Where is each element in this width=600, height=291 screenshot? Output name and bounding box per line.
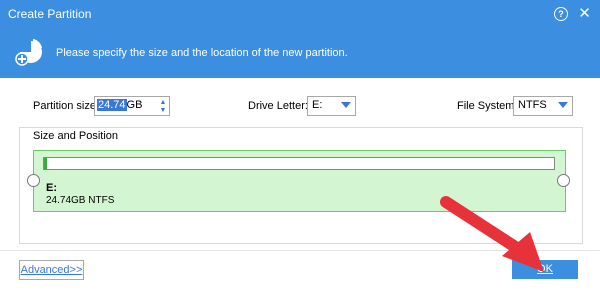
partition-usage-bar: [43, 157, 555, 170]
drive-letter-select[interactable]: E:: [307, 96, 356, 116]
drive-letter-value: E:: [312, 99, 323, 111]
banner: Please specify the size and the location…: [0, 28, 600, 78]
group-title: Size and Position: [33, 130, 118, 142]
partition-size-value[interactable]: 24.74GB: [97, 99, 142, 111]
advanced-button[interactable]: Advanced>>: [19, 260, 84, 280]
add-partition-icon: [15, 39, 42, 66]
title-bar: Create Partition ? ✕: [0, 0, 600, 28]
chevron-down-icon: [558, 102, 568, 108]
partition-size-label: Partition size:: [33, 100, 100, 112]
red-arrow-icon: [440, 196, 544, 272]
partition-size-selected: 24.74: [97, 99, 127, 111]
right-resize-handle[interactable]: [557, 174, 570, 187]
drive-letter-label: Drive Letter:: [248, 100, 308, 112]
spin-up-icon[interactable]: ▲: [159, 99, 167, 106]
partition-size-stepper[interactable]: 24.74GB ▲ ▼: [94, 96, 170, 116]
create-partition-dialog: Create Partition ? ✕ Please specify the …: [0, 0, 600, 291]
partition-size-unit: GB: [126, 99, 143, 111]
file-system-select[interactable]: NTFS: [513, 96, 573, 116]
window-title: Create Partition: [8, 7, 92, 21]
chevron-down-icon: [341, 102, 351, 108]
partition-letter: E:: [46, 182, 57, 194]
advanced-label: Advanced>>: [20, 264, 83, 276]
partition-usage-fill: [44, 158, 47, 169]
help-icon[interactable]: ?: [554, 7, 568, 21]
file-system-value: NTFS: [518, 99, 547, 111]
left-resize-handle[interactable]: [27, 174, 40, 187]
file-system-label: File System:: [457, 100, 518, 112]
partition-info: 24.74GB NTFS: [46, 195, 115, 206]
banner-text: Please specify the size and the location…: [56, 47, 348, 59]
close-icon[interactable]: ✕: [577, 6, 592, 21]
spin-down-icon[interactable]: ▼: [159, 107, 167, 114]
